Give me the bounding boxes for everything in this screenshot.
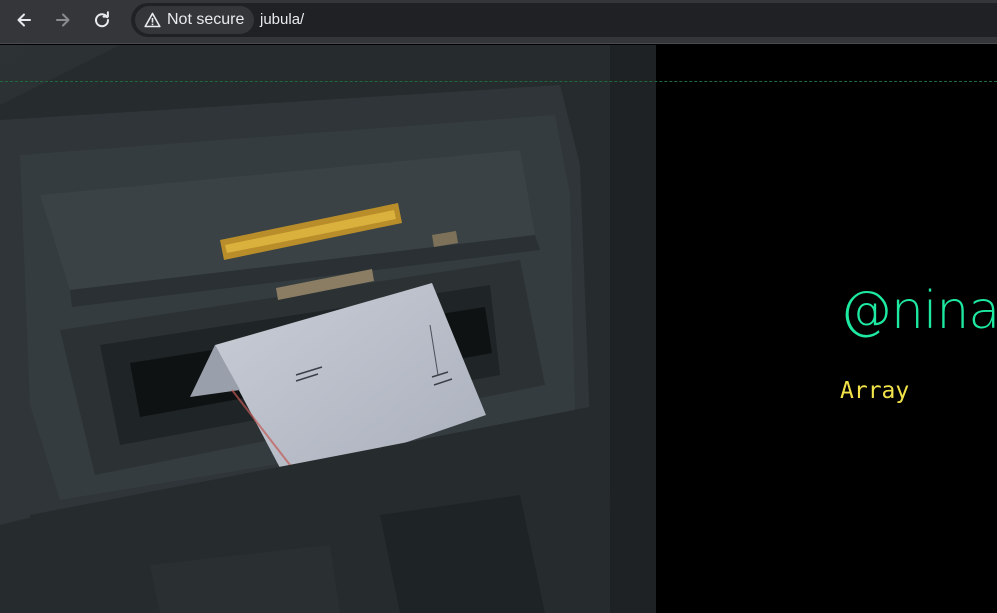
reload-button[interactable]	[88, 6, 116, 34]
profile-subtitle: Array	[840, 378, 910, 404]
security-indicator[interactable]: Not secure	[135, 6, 255, 34]
security-label: Not secure	[167, 11, 245, 28]
url-text[interactable]: jubula/	[260, 11, 304, 29]
arrow-left-icon	[17, 13, 31, 27]
page-viewport: @nina Array	[0, 45, 997, 613]
forward-button[interactable]	[49, 6, 77, 34]
back-button[interactable]	[10, 6, 38, 34]
warning-triangle-icon	[144, 12, 161, 28]
hero-image	[0, 45, 656, 613]
profile-handle: @nina	[840, 281, 997, 341]
divider-line	[0, 81, 997, 82]
mailbox-letter-photo	[0, 45, 656, 613]
reload-icon	[95, 11, 110, 28]
browser-toolbar: Not secure jubula/	[0, 0, 997, 44]
address-bar[interactable]: Not secure jubula/	[131, 3, 997, 37]
arrow-right-icon	[56, 13, 70, 27]
